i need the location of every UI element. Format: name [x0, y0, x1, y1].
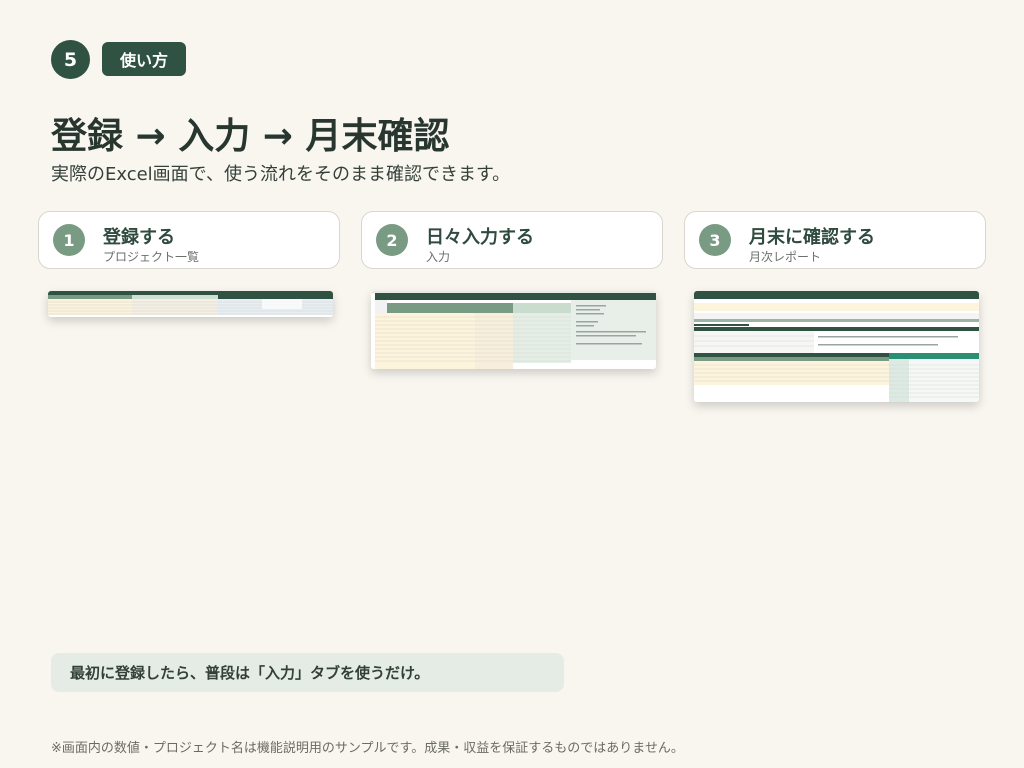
section-tag: 使い方	[102, 42, 187, 76]
step-card-number: 2	[376, 224, 408, 256]
project-list-screenshot	[48, 291, 333, 317]
step-card-daily-input: 2 日々入力する 入力	[361, 211, 663, 269]
step-card-subtitle: 月次レポート	[749, 250, 822, 264]
step-card-number: 3	[699, 224, 731, 256]
step-number-badge: 5	[51, 40, 90, 79]
page-title: 登録 → 入力 → 月末確認	[51, 116, 450, 157]
step-card-subtitle: プロジェクト一覧	[103, 250, 200, 264]
step-card-monthly-review: 3 月末に確認する 月次レポート	[684, 211, 986, 269]
usage-note-text: 最初に登録したら、普段は「入力」タブを使うだけ。	[70, 664, 430, 682]
step-card-title: 月末に確認する	[749, 227, 875, 248]
step-card-subtitle: 入力	[426, 250, 451, 264]
daily-input-screenshot	[371, 291, 656, 369]
step-card-number: 1	[53, 224, 85, 256]
step-card-title: 日々入力する	[426, 227, 534, 248]
monthly-report-screenshot	[694, 291, 979, 402]
usage-note: 最初に登録したら、普段は「入力」タブを使うだけ。	[51, 653, 564, 692]
page-subtitle: 実際のExcel画面で、使う流れをそのまま確認できます。	[51, 164, 511, 185]
disclaimer: ※画面内の数値・プロジェクト名は機能説明用のサンプルです。成果・収益を保証するも…	[51, 741, 684, 756]
step-card-register: 1 登録する プロジェクト一覧	[38, 211, 340, 269]
step-card-title: 登録する	[103, 227, 175, 248]
